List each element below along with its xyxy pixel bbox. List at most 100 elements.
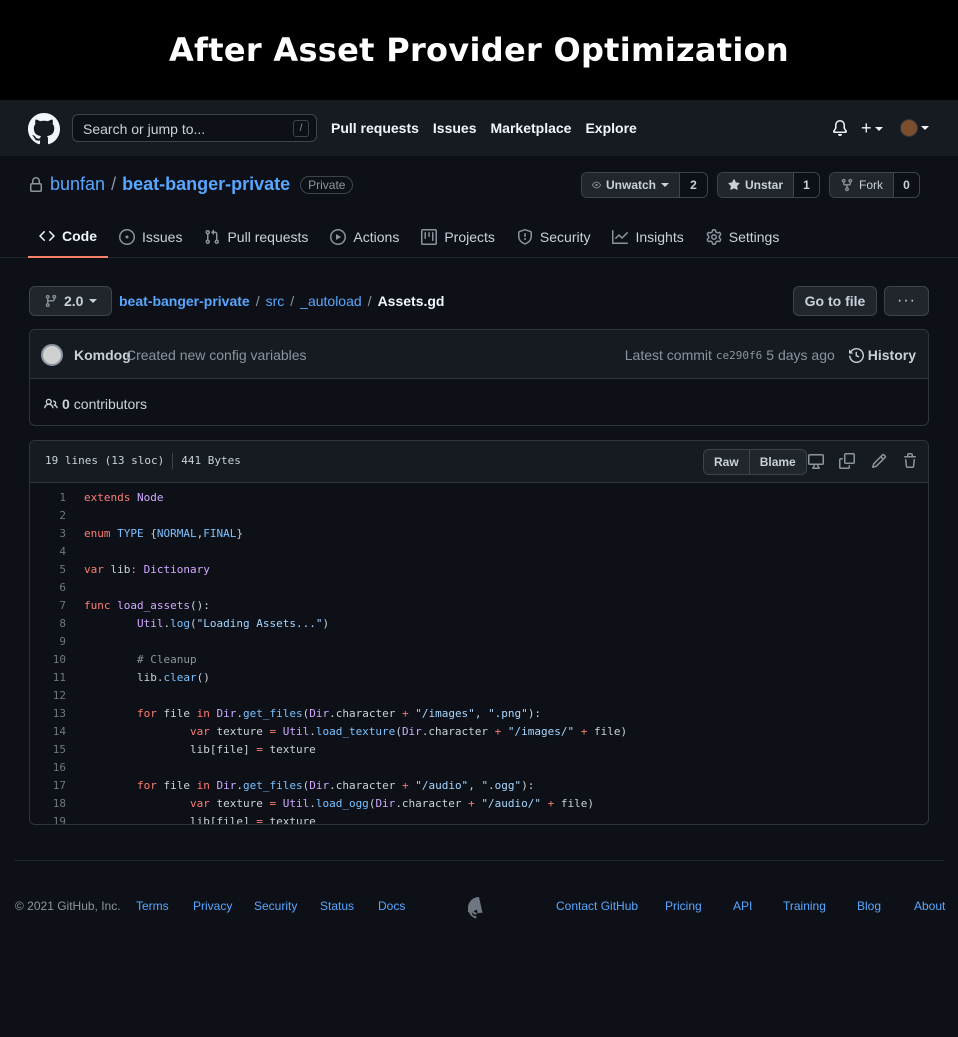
footer-link-docs[interactable]: Docs — [378, 899, 405, 913]
commit-author[interactable]: Komdog — [74, 347, 131, 363]
trash-icon[interactable] — [902, 453, 918, 469]
repo-owner-link[interactable]: bunfan — [50, 174, 105, 195]
breadcrumb: beat-banger-private / src / _autoload / … — [119, 293, 444, 309]
visibility-badge: Private — [300, 175, 354, 194]
line-number[interactable]: 11 — [30, 669, 66, 687]
global-header: Search or jump to... / Pull requests Iss… — [0, 100, 958, 156]
footer-link-api[interactable]: API — [733, 899, 752, 913]
tab-pull-requests[interactable]: Pull requests — [193, 216, 319, 258]
line-number[interactable]: 6 — [30, 579, 66, 597]
fork-count[interactable]: 0 — [893, 173, 919, 197]
repo-separator: / — [111, 174, 117, 194]
tab-security[interactable]: Security — [506, 216, 602, 258]
fork-button[interactable]: Fork — [830, 173, 893, 197]
breadcrumb-repo[interactable]: beat-banger-private — [119, 293, 250, 309]
star-count[interactable]: 1 — [793, 173, 819, 197]
github-logo-icon[interactable] — [468, 897, 490, 919]
repo-name-link[interactable]: beat-banger-private — [122, 174, 290, 195]
line-number[interactable]: 1 — [30, 489, 66, 507]
search-input[interactable]: Search or jump to... / — [72, 114, 317, 142]
code-view: 1 extends Node 2 3 enum TYPE {NORMAL,FINAL… — [30, 483, 928, 824]
breadcrumb-sep: / — [367, 293, 372, 309]
nav-issues[interactable]: Issues — [433, 120, 477, 136]
footer-link-blog[interactable]: Blog — [857, 899, 881, 913]
code-icon — [39, 230, 55, 242]
desktop-icon[interactable] — [808, 453, 824, 469]
raw-button[interactable]: Raw — [704, 450, 749, 474]
breadcrumb-src[interactable]: src — [266, 293, 285, 309]
line-number[interactable]: 8 — [30, 615, 66, 633]
blame-button[interactable]: Blame — [748, 450, 806, 474]
commit-box: Komdog Created new config variables Late… — [29, 329, 929, 426]
line-number[interactable]: 7 — [30, 597, 66, 615]
footer-link-training[interactable]: Training — [783, 899, 826, 913]
tab-actions[interactable]: Actions — [319, 216, 410, 258]
github-logo-icon[interactable] — [28, 113, 60, 145]
commit-sha[interactable]: ce290f6 — [716, 349, 762, 362]
footer-link-pricing[interactable]: Pricing — [665, 899, 702, 913]
tab-insights[interactable]: Insights — [601, 216, 694, 258]
nav-pull-requests[interactable]: Pull requests — [331, 120, 419, 136]
breadcrumb-autoload[interactable]: _autoload — [300, 293, 362, 309]
pencil-icon[interactable] — [871, 453, 887, 469]
plus-icon[interactable]: + — [861, 118, 883, 139]
issue-icon — [119, 229, 135, 245]
tab-settings[interactable]: Settings — [695, 216, 791, 258]
line-number[interactable]: 14 — [30, 723, 66, 741]
file-viewer: 19 lines (13 sloc) 441 Bytes Raw Blame 1… — [29, 440, 929, 825]
line-number[interactable]: 2 — [30, 507, 66, 525]
copy-icon[interactable] — [839, 453, 855, 469]
fork-icon — [841, 178, 853, 192]
line-number[interactable]: 9 — [30, 633, 66, 651]
search-placeholder: Search or jump to... — [83, 121, 206, 137]
footer-link-privacy[interactable]: Privacy — [193, 899, 232, 913]
repo-tabs: Code Issues Pull requests Actions Projec… — [28, 216, 790, 258]
more-options-button[interactable]: ··· — [884, 286, 929, 316]
code-line: 4 — [30, 543, 928, 561]
line-number[interactable]: 15 — [30, 741, 66, 759]
commit-message[interactable]: Created new config variables — [126, 347, 307, 363]
people-icon — [44, 398, 58, 409]
breadcrumb-sep: / — [255, 293, 260, 309]
line-number[interactable]: 4 — [30, 543, 66, 561]
user-avatar-menu[interactable] — [900, 119, 929, 137]
tab-issues[interactable]: Issues — [108, 216, 193, 258]
footer-link-about[interactable]: About — [914, 899, 945, 913]
contributors-label: contributors — [73, 396, 147, 412]
branch-select-button[interactable]: 2.0 — [29, 286, 112, 316]
pull-request-icon — [205, 229, 220, 245]
footer-link-contact[interactable]: Contact GitHub — [556, 899, 638, 913]
line-number[interactable]: 17 — [30, 777, 66, 795]
line-number[interactable]: 12 — [30, 687, 66, 705]
bell-icon[interactable] — [832, 120, 848, 136]
line-number[interactable]: 5 — [30, 561, 66, 579]
file-header: 19 lines (13 sloc) 441 Bytes Raw Blame — [30, 441, 928, 483]
play-icon — [330, 229, 347, 245]
contributors-row[interactable]: 0 contributors — [44, 396, 147, 412]
nav-marketplace[interactable]: Marketplace — [491, 120, 572, 136]
latest-commit-bar: Komdog Created new config variables Late… — [30, 330, 928, 379]
line-number[interactable]: 16 — [30, 759, 66, 777]
line-number[interactable]: 13 — [30, 705, 66, 723]
code-line: 13 for file in Dir.get_files(Dir.charact… — [30, 705, 928, 723]
line-number[interactable]: 3 — [30, 525, 66, 543]
line-number[interactable]: 10 — [30, 651, 66, 669]
footer-link-security[interactable]: Security — [254, 899, 297, 913]
branch-name: 2.0 — [64, 293, 84, 309]
star-button[interactable]: Unstar — [718, 173, 793, 197]
footer-link-status[interactable]: Status — [320, 899, 354, 913]
history-label: History — [867, 347, 916, 363]
watch-count[interactable]: 2 — [679, 173, 707, 197]
history-link[interactable]: History — [848, 347, 916, 363]
watch-button[interactable]: Unwatch — [582, 173, 679, 197]
footer-link-terms[interactable]: Terms — [136, 899, 169, 913]
tab-projects[interactable]: Projects — [410, 216, 506, 258]
avatar[interactable] — [41, 344, 63, 366]
contributors-count: 0 — [62, 396, 70, 412]
tab-code[interactable]: Code — [28, 216, 108, 258]
latest-commit-label: Latest commit — [624, 347, 712, 363]
nav-explore[interactable]: Explore — [585, 120, 636, 136]
go-to-file-button[interactable]: Go to file — [793, 286, 877, 316]
line-number[interactable]: 18 — [30, 795, 66, 813]
line-number[interactable]: 19 — [30, 813, 66, 824]
